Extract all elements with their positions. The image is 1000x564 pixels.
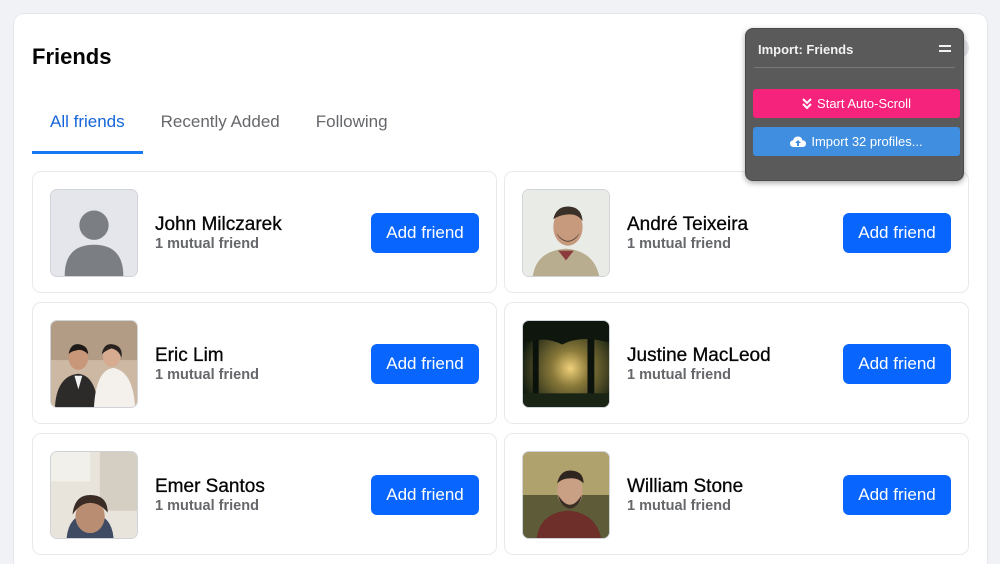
import-profiles-label: Import 32 profiles...: [811, 134, 923, 149]
add-friend-button[interactable]: Add friend: [843, 213, 951, 253]
photo-wedding-couple-icon: [51, 321, 137, 407]
default-avatar-icon: [51, 190, 137, 276]
friend-card: Justine MacLeod 1 mutual friend Add frie…: [504, 302, 969, 424]
avatar[interactable]: [50, 320, 138, 408]
cloud-upload-icon: [790, 136, 807, 148]
mutual-friends[interactable]: 1 mutual friend: [155, 367, 259, 383]
friend-name[interactable]: Justine MacLeod: [627, 345, 771, 367]
friend-card: André Teixeira 1 mutual friend Add frien…: [504, 171, 969, 293]
photo-woman-selfie-icon: [51, 452, 137, 538]
friend-card: John Milczarek 1 mutual friend Add frien…: [32, 171, 497, 293]
start-auto-scroll-button[interactable]: Start Auto-Scroll: [753, 89, 960, 118]
mutual-friends[interactable]: 1 mutual friend: [627, 498, 731, 514]
add-friend-button[interactable]: Add friend: [843, 344, 951, 384]
friend-name[interactable]: John Milczarek: [155, 214, 282, 236]
photo-man-bearded-icon: [523, 452, 609, 538]
friend-name[interactable]: Eric Lim: [155, 345, 224, 367]
add-friend-button[interactable]: Add friend: [843, 475, 951, 515]
photo-man-laughing-icon: [523, 190, 609, 276]
avatar[interactable]: [522, 320, 610, 408]
mutual-friends[interactable]: 1 mutual friend: [155, 498, 259, 514]
tab-following[interactable]: Following: [298, 110, 406, 154]
start-auto-scroll-label: Start Auto-Scroll: [817, 96, 911, 111]
tab-recently-added[interactable]: Recently Added: [143, 110, 298, 154]
page-title: Friends: [32, 44, 112, 69]
mutual-friends[interactable]: 1 mutual friend: [155, 236, 259, 252]
import-panel: Import: Friends Start Auto-Scroll Import…: [745, 28, 964, 181]
avatar[interactable]: [522, 451, 610, 539]
friend-card: Emer Santos 1 mutual friend Add friend: [32, 433, 497, 555]
tab-bar: All friends Recently Added Following: [32, 110, 406, 154]
double-chevron-down-icon: [802, 97, 812, 110]
import-panel-title: Import: Friends: [758, 42, 854, 57]
friend-card: Eric Lim 1 mutual friend Add friend: [32, 302, 497, 424]
avatar[interactable]: [50, 189, 138, 277]
import-profiles-button[interactable]: Import 32 profiles...: [753, 127, 960, 156]
mutual-friends[interactable]: 1 mutual friend: [627, 236, 731, 252]
menu-icon[interactable]: [939, 45, 951, 53]
avatar[interactable]: [522, 189, 610, 277]
friend-name[interactable]: Emer Santos: [155, 476, 265, 498]
avatar[interactable]: [50, 451, 138, 539]
mutual-friends[interactable]: 1 mutual friend: [627, 367, 731, 383]
friend-name[interactable]: William Stone: [627, 476, 743, 498]
divider: [754, 67, 955, 68]
add-friend-button[interactable]: Add friend: [371, 344, 479, 384]
add-friend-button[interactable]: Add friend: [371, 475, 479, 515]
friend-name[interactable]: André Teixeira: [627, 214, 748, 236]
tab-all-friends[interactable]: All friends: [32, 110, 143, 154]
friend-card: William Stone 1 mutual friend Add friend: [504, 433, 969, 555]
add-friend-button[interactable]: Add friend: [371, 213, 479, 253]
photo-forest-sunlight-icon: [523, 321, 609, 407]
